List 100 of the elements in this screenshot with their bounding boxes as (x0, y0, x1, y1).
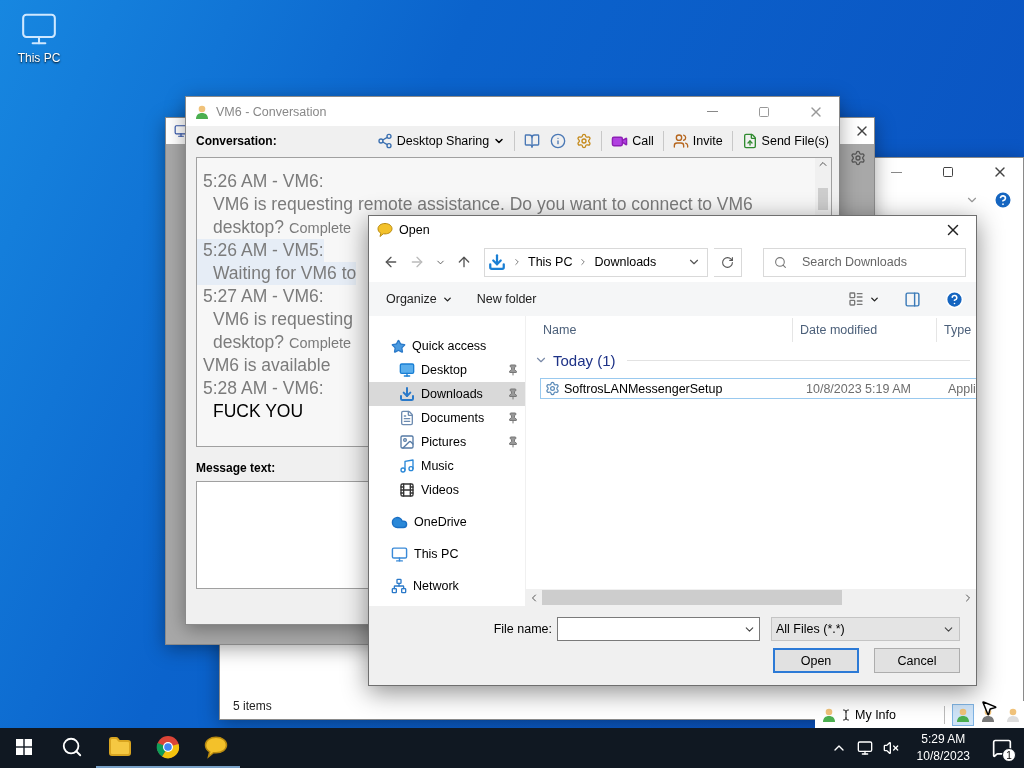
picture-icon (399, 434, 415, 450)
muted-speaker-icon[interactable] (882, 740, 899, 756)
chat-line: VM6 is requesting remote assistance. Do you want to connect to VM6 (212, 193, 753, 216)
desktop-share-icon (376, 133, 393, 149)
dialog-button[interactable]: Cancel (874, 648, 960, 673)
nav-item[interactable]: Desktop (369, 358, 525, 382)
maximize-icon (758, 105, 770, 118)
film-icon (399, 482, 415, 498)
nav-item[interactable]: This PC (369, 542, 525, 566)
view-menu[interactable] (848, 291, 880, 307)
toolbar-button[interactable]: Send File(s) (738, 131, 832, 151)
chat-line: VM6 is available (202, 354, 331, 377)
desktop-icon (399, 362, 415, 378)
chat-line: desktop? Complete (212, 331, 352, 354)
refresh-icon (721, 255, 735, 269)
download-icon (399, 386, 415, 402)
info-icon (550, 133, 567, 149)
network-icon (391, 578, 407, 594)
file-upload-icon (741, 133, 758, 149)
chat-line: FUCK YOU (212, 400, 304, 423)
minimize-icon (890, 171, 902, 173)
refresh-button[interactable] (714, 247, 742, 277)
chat-line: 5:28 AM - VM6: (202, 377, 324, 400)
section-label: Conversation: (196, 134, 277, 148)
nav-item[interactable]: Music (369, 454, 525, 478)
person-icon (821, 706, 837, 723)
preview-pane-icon (904, 290, 921, 308)
nav-item[interactable]: Quick access (369, 334, 525, 358)
person-icon (194, 103, 210, 120)
scrollbar-thumb[interactable] (818, 188, 828, 210)
file-date: 10/8/2023 5:19 AM (805, 381, 912, 396)
chat-line: desktop? Complete (212, 216, 352, 239)
notification-icon (992, 738, 1012, 758)
desktop-sharing-menu[interactable]: Desktop Sharing (373, 131, 509, 151)
my-info-label[interactable]: My Info (855, 707, 896, 722)
help-icon[interactable] (993, 190, 1013, 210)
nav-item[interactable]: Videos (369, 478, 525, 502)
file-name: SoftrosLANMessengerSetup (564, 381, 723, 396)
download-icon (488, 253, 506, 271)
installer-icon (545, 381, 560, 396)
nav-item[interactable]: Network (369, 574, 525, 598)
people-icon (672, 133, 689, 149)
music-note-icon (399, 458, 415, 474)
horizontal-scrollbar[interactable] (526, 589, 976, 606)
toolbar-button[interactable]: Call (608, 130, 657, 152)
window-title: Open (399, 223, 431, 237)
field-label: File name: (493, 622, 552, 636)
breadcrumb-separator-icon (512, 257, 522, 267)
file-type-select[interactable]: All Files (*.*) (771, 617, 960, 641)
nav-item[interactable]: Pictures (369, 430, 525, 454)
status-text: 5 items (233, 699, 272, 713)
up-icon (456, 254, 472, 270)
nav-item[interactable]: Downloads (369, 382, 525, 406)
gear-icon[interactable] (850, 150, 866, 166)
desktop-icon-label[interactable]: This PC (17, 51, 61, 65)
column-header[interactable]: Type (936, 318, 976, 342)
column-header[interactable]: Name (536, 318, 792, 342)
help-icon (945, 289, 964, 309)
column-header[interactable]: Date modified (792, 318, 936, 342)
speech-bubble-icon (204, 735, 228, 759)
search-icon (61, 736, 83, 758)
breadcrumb[interactable]: This PC (528, 255, 573, 269)
file-row[interactable]: SoftrosLANMessengerSetup 10/8/2023 5:19 AM Appli (540, 378, 976, 399)
computer-icon (391, 545, 408, 563)
speech-bubble-icon (377, 222, 393, 238)
minimize-icon (706, 111, 718, 112)
maximize-icon (942, 166, 954, 178)
gear-icon (576, 133, 593, 149)
address-bar[interactable]: This PC Downloads (484, 247, 709, 277)
preview-pane-button[interactable] (904, 290, 921, 308)
group-header[interactable]: Today (1) (553, 351, 616, 369)
organize-menu[interactable]: Organize (386, 292, 453, 306)
search-field[interactable]: Search Downloads (763, 247, 966, 277)
nav-item[interactable]: OneDrive (369, 510, 525, 534)
scrollbar-thumb[interactable] (542, 590, 842, 605)
notifications-button[interactable]: 1 (988, 734, 1016, 762)
help-button[interactable] (945, 289, 964, 309)
chat-line: VM6 is requesting (212, 308, 354, 331)
folder-icon (108, 735, 132, 759)
clock[interactable]: 5:29 AM 10/8/2023 (916, 731, 970, 765)
view-icon (848, 291, 864, 307)
back-icon (383, 254, 399, 270)
star-icon (391, 338, 406, 354)
book-icon (524, 133, 541, 149)
browser-icon (156, 735, 180, 759)
window-title: VM6 - Conversation (216, 104, 328, 119)
computer-icon (174, 124, 188, 138)
nav-item[interactable]: Documents (369, 406, 525, 430)
file-name-field[interactable] (557, 617, 760, 641)
file-type: Appli (947, 381, 976, 396)
dialog-button[interactable]: Open (773, 648, 859, 673)
forward-icon (409, 254, 425, 270)
notification-count: 1 (1002, 748, 1016, 762)
windows-logo-icon (16, 739, 32, 755)
new-folder-button[interactable]: New folder (476, 292, 537, 306)
breadcrumb[interactable]: Downloads (594, 255, 657, 269)
network-status-icon[interactable] (856, 740, 873, 756)
text-cursor-icon (840, 708, 852, 721)
person-icon (955, 706, 971, 723)
toolbar-button[interactable]: Invite (669, 131, 726, 151)
